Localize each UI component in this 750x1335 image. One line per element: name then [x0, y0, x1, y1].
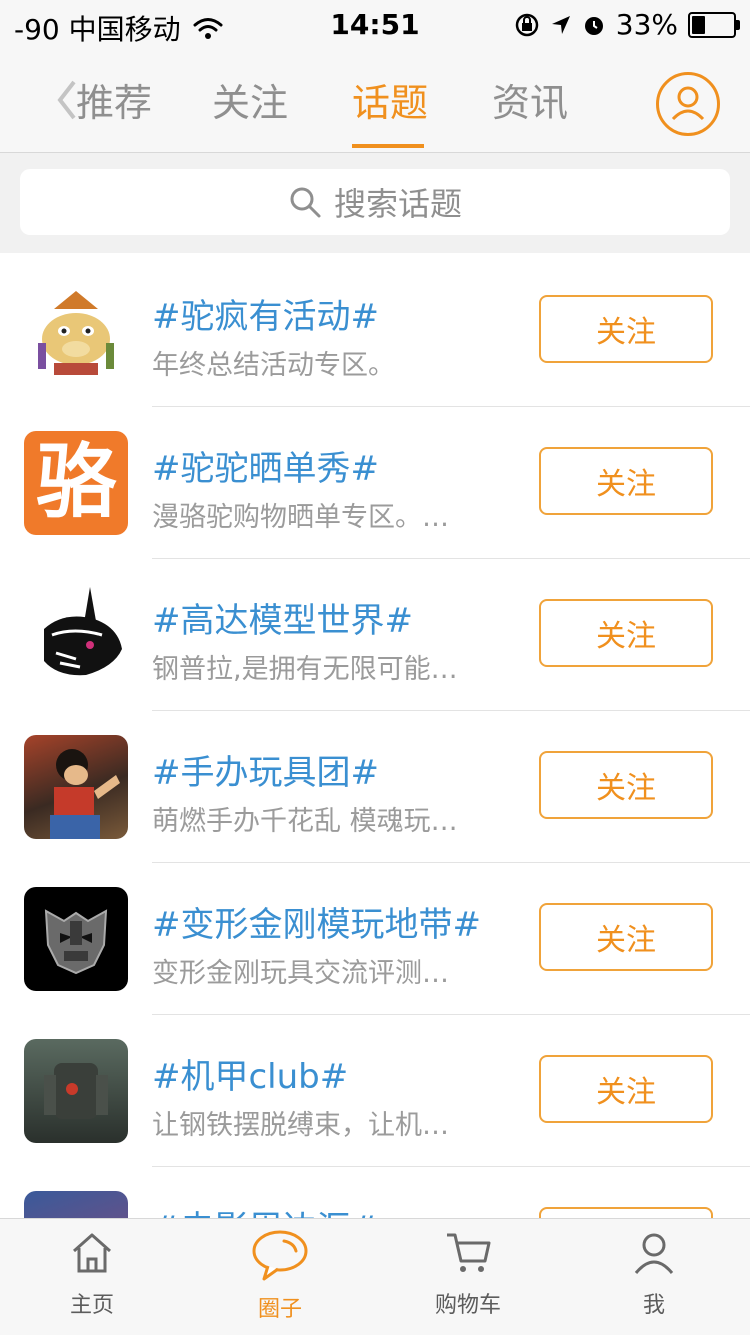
- tab-me-label: 我: [642, 1293, 665, 1318]
- list-item[interactable]: #变形金刚模玩地带# 变形金刚玩具交流评测… 关注: [0, 863, 750, 1015]
- topic-avatar-figure-photo: [24, 735, 128, 839]
- list-item[interactable]: #机甲club# 让钢铁摆脱缚束，让机… 关注: [0, 1015, 750, 1167]
- tab-topics[interactable]: 话题: [352, 72, 428, 127]
- topic-avatar-gundam: [24, 583, 128, 687]
- top-nav: 推荐 关注 话题 资讯: [0, 52, 750, 153]
- active-tab-indicator: [352, 144, 424, 148]
- chat-bubble-icon: [252, 1230, 308, 1281]
- user-profile-button[interactable]: [656, 72, 720, 136]
- tab-following[interactable]: 关注: [212, 72, 288, 127]
- topic-title[interactable]: #机甲club#: [152, 1049, 348, 1098]
- back-chevron-icon[interactable]: [56, 78, 78, 133]
- search-input[interactable]: 搜索话题: [20, 169, 730, 235]
- list-item[interactable]: #驼疯有活动# 年终总结活动专区。 关注: [0, 255, 750, 407]
- tab-circle[interactable]: 圈子: [210, 1229, 350, 1323]
- home-icon: [73, 1233, 111, 1273]
- topic-title[interactable]: #驼驼晒单秀#: [152, 441, 379, 490]
- tab-news[interactable]: 资讯: [492, 72, 568, 127]
- list-item[interactable]: #电影周边汇# 关注: [0, 1167, 750, 1219]
- user-icon: [671, 86, 705, 121]
- topic-avatar-autobot: [24, 887, 128, 991]
- follow-button[interactable]: 关注: [539, 903, 713, 971]
- topic-avatar-camel: [24, 279, 128, 383]
- follow-button[interactable]: 关注: [539, 1055, 713, 1123]
- bottom-tab-bar: 主页 圈子 购物车 我: [0, 1218, 750, 1335]
- follow-button[interactable]: 关注: [539, 447, 713, 515]
- topic-desc: 钢普拉,是拥有无限可能…: [152, 654, 458, 685]
- topic-desc: 萌燃手办千花乱 模魂玩…: [152, 806, 458, 837]
- search-icon: [290, 187, 321, 218]
- tab-home[interactable]: 主页: [22, 1229, 162, 1319]
- cart-icon: [447, 1233, 491, 1272]
- person-icon: [634, 1233, 674, 1274]
- topic-list: #驼疯有活动# 年终总结活动专区。 关注 骆 #驼驼晒单秀# 漫骆驼购物晒单专区…: [0, 255, 750, 1219]
- search-placeholder: 搜索话题: [333, 185, 462, 223]
- topic-title[interactable]: #电影周边汇#: [152, 1201, 379, 1219]
- location-arrow-icon: [551, 15, 570, 34]
- topic-desc: 变形金刚玩具交流评测…: [152, 958, 449, 989]
- tab-me[interactable]: 我: [584, 1229, 724, 1319]
- topic-desc: 漫骆驼购物晒单专区。…: [152, 502, 449, 533]
- topic-avatar-luotuo-logo: 骆: [24, 431, 128, 535]
- follow-button[interactable]: 关注: [539, 295, 713, 363]
- tab-recommend[interactable]: 推荐: [76, 72, 152, 127]
- battery-percent: 33%: [615, 8, 678, 41]
- rotation-lock-icon: [515, 13, 539, 36]
- follow-button[interactable]: 关注: [539, 599, 713, 667]
- tab-cart[interactable]: 购物车: [398, 1229, 538, 1319]
- follow-button[interactable]: 关注: [539, 751, 713, 819]
- topic-title[interactable]: #手办玩具团#: [152, 745, 379, 794]
- tab-circle-label: 圈子: [257, 1297, 302, 1322]
- luotuo-logo-text: 骆: [36, 436, 116, 529]
- list-item[interactable]: #高达模型世界# 钢普拉,是拥有无限可能… 关注: [0, 559, 750, 711]
- tab-home-label: 主页: [69, 1293, 114, 1318]
- battery-fill: [692, 15, 705, 34]
- topic-desc: 让钢铁摆脱缚束，让机…: [152, 1110, 449, 1141]
- status-bar: -90 中国移动 14:51 33%: [0, 0, 750, 52]
- battery-icon: [688, 11, 740, 38]
- list-item[interactable]: 骆 #驼驼晒单秀# 漫骆驼购物晒单专区。… 关注: [0, 407, 750, 559]
- tab-cart-label: 购物车: [434, 1293, 501, 1318]
- topic-title[interactable]: #变形金刚模玩地带#: [152, 897, 481, 946]
- search-area: 搜索话题: [0, 153, 750, 253]
- topic-avatar-movie: [24, 1191, 128, 1219]
- status-right: 33%: [514, 8, 740, 41]
- list-item[interactable]: #手办玩具团# 萌燃手办千花乱 模魂玩… 关注: [0, 711, 750, 863]
- topic-title[interactable]: #高达模型世界#: [152, 593, 413, 642]
- topic-desc: 年终总结活动专区。: [152, 350, 395, 381]
- topic-title[interactable]: #驼疯有活动#: [152, 289, 379, 338]
- topic-avatar-mecha: [24, 1039, 128, 1143]
- alarm-icon: [584, 16, 603, 35]
